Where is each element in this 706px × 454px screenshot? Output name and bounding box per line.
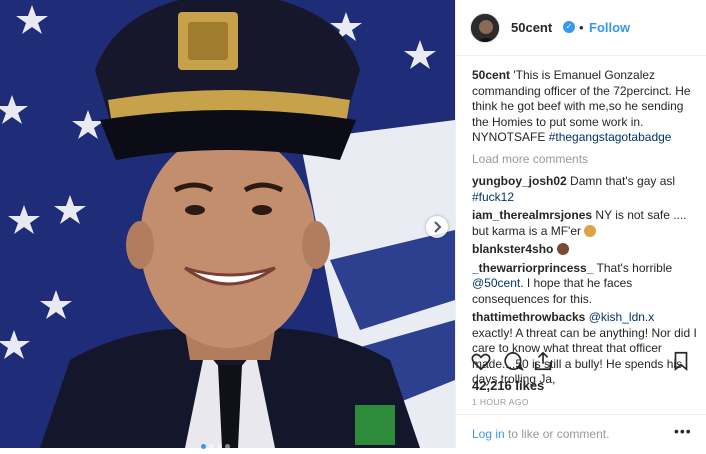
comment-mention[interactable]: @kish_ldn.x: [589, 310, 655, 324]
carousel-dot: [225, 444, 230, 449]
comment-username[interactable]: _thewarriorprincess_: [472, 261, 593, 275]
list-item: thattimethrowbacks @kish_ldn.x exactly! …: [472, 310, 698, 388]
username[interactable]: 50cent: [511, 20, 552, 35]
login-prompt: Log in to like or comment.: [472, 427, 609, 441]
caption-hashtag[interactable]: #thegangstagotabadge: [549, 130, 672, 144]
share-icon[interactable]: [532, 350, 554, 372]
carousel-dot: [217, 444, 222, 449]
carousel-dots: [201, 436, 233, 454]
officer-portrait-image: [0, 0, 455, 448]
verified-badge-icon: ✓: [563, 21, 575, 33]
comment-username[interactable]: iam_therealmrsjones: [472, 208, 592, 222]
heart-icon[interactable]: [470, 350, 492, 372]
list-item: yungboy_josh02 Damn that's gay asl #fuck…: [472, 174, 698, 205]
emoji-icon: [584, 224, 597, 237]
separator-dot: •: [579, 20, 584, 35]
bookmark-icon[interactable]: [670, 350, 692, 372]
login-link[interactable]: Log in: [472, 427, 505, 441]
more-options-icon[interactable]: •••: [674, 423, 692, 439]
comment-icon[interactable]: [502, 350, 524, 372]
carousel-dot: [209, 444, 214, 449]
login-prompt-text: to like or comment.: [508, 427, 610, 441]
comment-hashtag[interactable]: #fuck12: [472, 190, 514, 204]
list-item: blankster4sho: [472, 242, 698, 258]
caption: 50cent 'This is Emanuel Gonzalez command…: [472, 68, 698, 146]
list-item: _thewarriorprincess_ That's horrible @50…: [472, 261, 698, 308]
post-footer: Log in to like or comment. •••: [456, 414, 706, 448]
post-actions: [470, 350, 696, 374]
timestamp[interactable]: 1 HOUR AGO: [472, 397, 529, 407]
follow-button[interactable]: Follow: [589, 20, 630, 35]
carousel-dot: [201, 444, 206, 449]
caption-username[interactable]: 50cent: [472, 68, 510, 82]
comment-username[interactable]: yungboy_josh02: [472, 174, 567, 188]
list-item: iam_therealmrsjones NY is not safe .... …: [472, 208, 698, 239]
comments-list: 50cent 'This is Emanuel Gonzalez command…: [472, 68, 698, 391]
post-side-panel: 50cent ✓ • Follow 50cent 'This is Emanue…: [455, 0, 706, 448]
comment-username[interactable]: blankster4sho: [472, 242, 553, 256]
likes-count[interactable]: 42,216 likes: [472, 378, 544, 393]
load-more-comments-button[interactable]: Load more comments: [472, 152, 698, 168]
comment-mention[interactable]: @50cent.: [472, 276, 524, 290]
comment-username[interactable]: thattimethrowbacks: [472, 310, 585, 324]
comment-text: That's horrible: [596, 260, 673, 275]
emoji-icon: [556, 243, 569, 255]
avatar[interactable]: [470, 13, 500, 43]
post-header: 50cent ✓ • Follow: [456, 0, 706, 56]
post-photo: [0, 0, 455, 448]
next-arrow-icon[interactable]: [426, 216, 448, 238]
comment-text: Damn that's gay asl: [570, 174, 676, 188]
